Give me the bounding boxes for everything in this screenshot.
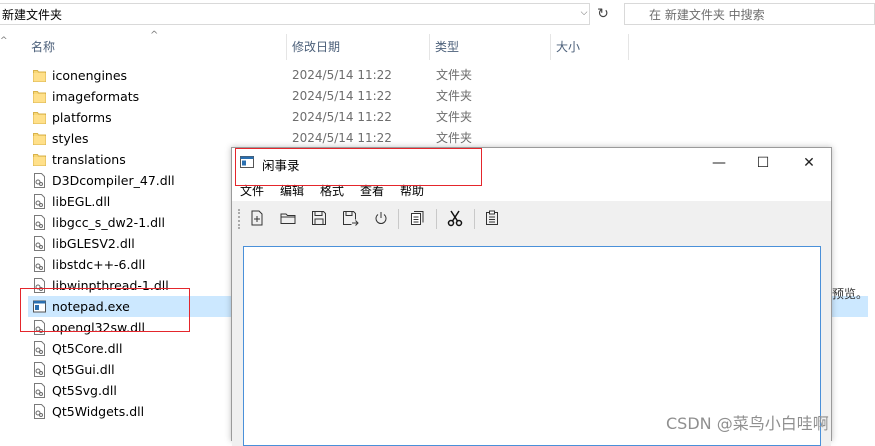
explorer-top-bar: 新建文件夹 ⌵ ↻ 在 新建文件夹 中搜索: [0, 0, 875, 28]
address-bar[interactable]: 新建文件夹: [0, 3, 590, 25]
file-name: imageformats: [52, 89, 140, 104]
highlight-box-title: [235, 148, 482, 186]
file-type: 文件夹: [436, 110, 473, 124]
column-divider[interactable]: [550, 34, 551, 60]
save-icon[interactable]: [310, 209, 328, 227]
file-name: Qt5Widgets.dll: [52, 404, 145, 419]
file-date: 2024/5/14 11:22: [292, 68, 392, 82]
column-header-date[interactable]: 修改日期: [292, 36, 340, 58]
scroll-up-icon[interactable]: ^: [0, 36, 8, 46]
power-icon[interactable]: [372, 209, 390, 227]
address-path: 新建文件夹: [2, 7, 63, 22]
toolbar: [232, 201, 831, 236]
copy-icon[interactable]: [408, 209, 426, 227]
paste-icon[interactable]: [483, 209, 501, 227]
file-row[interactable]: iconengines 2024/5/14 11:22 文件夹: [28, 65, 868, 86]
toolbar-separator: [398, 209, 399, 229]
column-divider[interactable]: [628, 34, 629, 60]
chevron-down-icon[interactable]: ⌵: [578, 6, 590, 20]
column-divider[interactable]: [429, 34, 430, 60]
file-name: libEGL.dll: [52, 194, 111, 209]
file-name: Qt5Svg.dll: [52, 383, 117, 398]
file-name: Qt5Gui.dll: [52, 362, 115, 377]
file-row[interactable]: platforms 2024/5/14 11:22 文件夹: [28, 107, 868, 128]
notepad-window: 闲事录 — ☐ ✕ 文件 编辑 格式 查看 帮助: [231, 147, 832, 446]
column-header-type[interactable]: 类型: [435, 36, 459, 58]
sort-ascending-icon: ^: [150, 30, 159, 41]
new-file-icon[interactable]: [248, 209, 266, 227]
file-date: 2024/5/14 11:22: [292, 131, 392, 145]
file-row[interactable]: imageformats 2024/5/14 11:22 文件夹: [28, 86, 868, 107]
watermark: CSDN @菜鸟小白哇啊: [666, 414, 829, 433]
file-row[interactable]: styles 2024/5/14 11:22 文件夹: [28, 128, 868, 149]
file-name: platforms: [52, 110, 112, 125]
file-name: libstdc++-6.dll: [52, 257, 146, 272]
maximize-icon[interactable]: ☐: [748, 152, 778, 174]
file-name: libgcc_s_dw2-1.dll: [52, 215, 166, 230]
toolbar-grip[interactable]: [238, 209, 243, 229]
close-icon[interactable]: ✕: [794, 152, 824, 174]
file-name: D3Dcompiler_47.dll: [52, 173, 175, 188]
refresh-icon[interactable]: ↻: [594, 5, 612, 23]
file-name: libGLESV2.dll: [52, 236, 135, 251]
preview-hint: 预览。: [832, 287, 869, 301]
file-name: iconengines: [52, 68, 128, 83]
file-name: translations: [52, 152, 126, 167]
file-type: 文件夹: [436, 131, 473, 145]
open-folder-icon[interactable]: [279, 209, 297, 227]
save-as-icon[interactable]: [341, 209, 359, 227]
search-placeholder: 在 新建文件夹 中搜索: [649, 7, 765, 22]
file-name: Qt5Core.dll: [52, 341, 123, 356]
file-name: styles: [52, 131, 89, 146]
minimize-icon[interactable]: —: [704, 152, 734, 174]
toolbar-separator: [474, 209, 475, 229]
file-date: 2024/5/14 11:22: [292, 110, 392, 124]
toolbar-separator: [436, 209, 437, 229]
cut-icon[interactable]: [446, 209, 464, 227]
column-divider[interactable]: [286, 34, 287, 60]
file-type: 文件夹: [436, 68, 473, 82]
file-date: 2024/5/14 11:22: [292, 89, 392, 103]
file-type: 文件夹: [436, 89, 473, 103]
column-header-size[interactable]: 大小: [556, 36, 580, 58]
highlight-box-exe: [20, 288, 190, 332]
search-box[interactable]: 在 新建文件夹 中搜索: [624, 3, 875, 25]
column-header-name[interactable]: 名称: [31, 36, 55, 58]
